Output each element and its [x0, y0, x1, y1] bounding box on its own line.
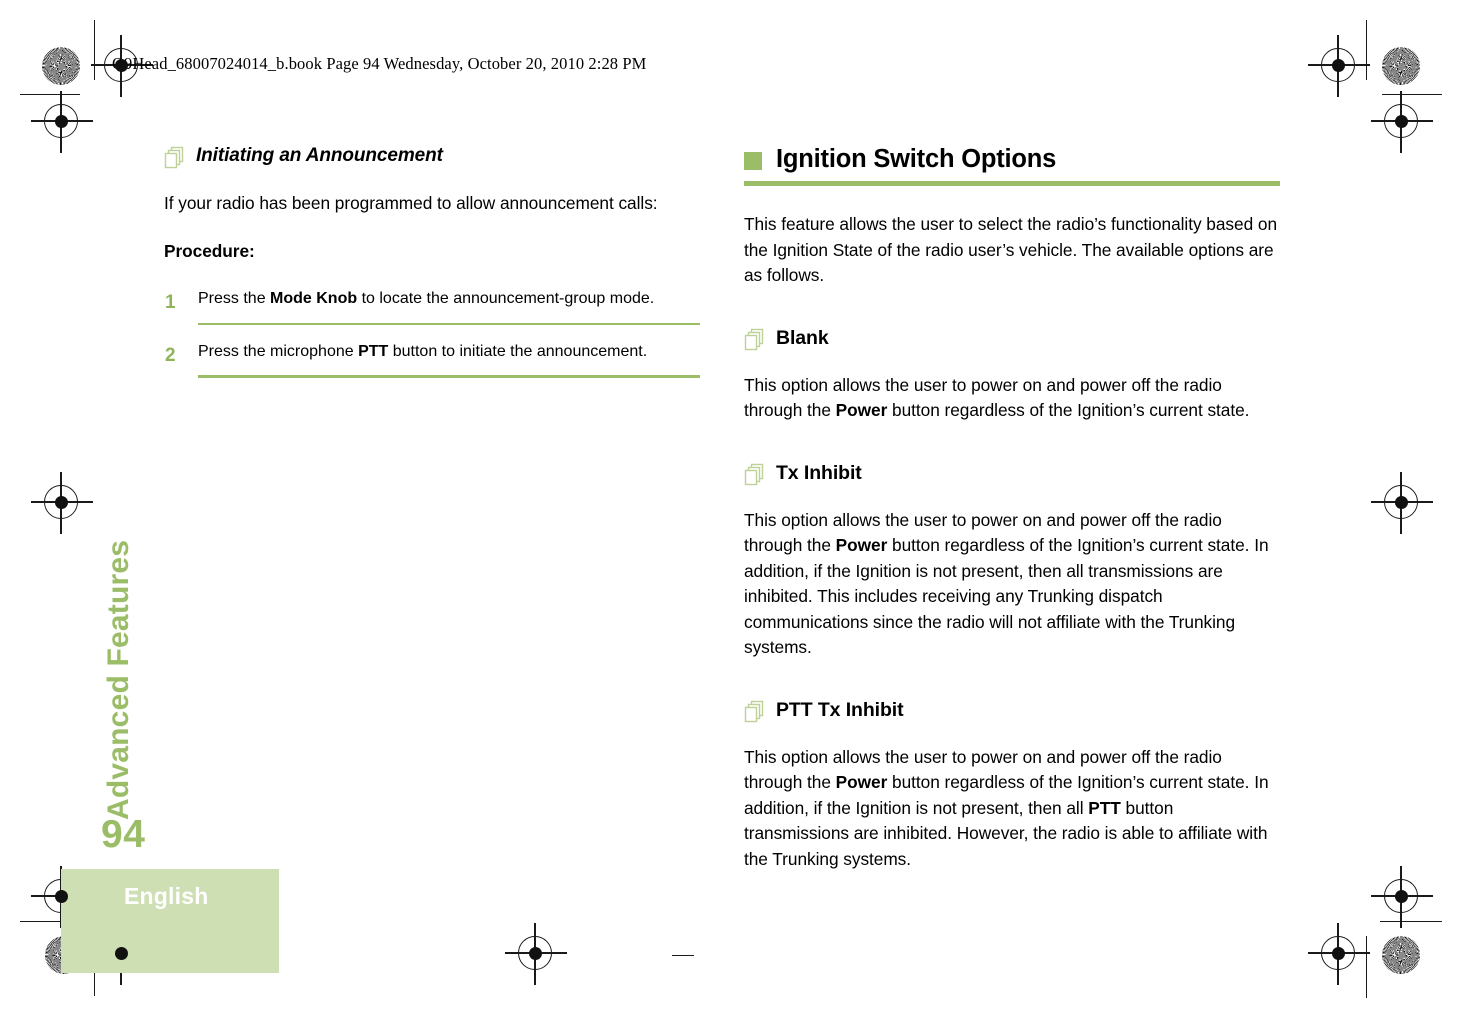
stacked-pages-icon — [164, 146, 185, 170]
crop-mark-horizontal-right-lower — [1380, 921, 1442, 923]
registration-mark-bottom-right-inner — [1308, 923, 1370, 985]
step-separator — [198, 375, 700, 378]
step-number: 2 — [165, 344, 176, 366]
crop-mark-horizontal-left-upper — [20, 94, 80, 96]
registration-mark-bottom-center — [505, 923, 567, 985]
subsection-heading: PTT Tx Inhibit — [776, 698, 904, 721]
chapter-tab-label: Advanced Features — [102, 539, 135, 820]
subsection-heading: Tx Inhibit — [776, 461, 862, 484]
step-text: Press the Mode Knob to locate the announ… — [198, 290, 655, 307]
registration-mark-left-middle — [31, 472, 93, 534]
right-intro-paragraph: This feature allows the user to select t… — [744, 214, 1278, 286]
green-square-bullet-icon — [744, 151, 762, 170]
left-intro-paragraph: If your radio has been programmed to all… — [164, 193, 658, 213]
procedure-step-2: 2 Press the microphone PTT button to ini… — [164, 343, 700, 378]
subsection-blank: Blank This option allows the user to pow… — [744, 327, 1280, 424]
registration-mark-right-lower — [1371, 866, 1433, 928]
right-column: Ignition Switch Options This feature all… — [744, 145, 1280, 872]
stacked-pages-icon — [744, 463, 765, 487]
step-text: Press the microphone PTT button to initi… — [198, 342, 648, 360]
step-number: 1 — [165, 292, 176, 313]
subsection-ptt-tx-inhibit: PTT Tx Inhibit This option allows the us… — [744, 699, 1280, 873]
page-number: 94 — [101, 813, 146, 856]
subsection-body: This option allows the user to power on … — [744, 374, 1250, 421]
registration-mark-left-upper — [31, 91, 93, 153]
subsection-body: This option allows the user to power on … — [744, 746, 1269, 869]
language-label: English — [124, 883, 209, 909]
crop-mark-vertical-top-right — [1366, 20, 1368, 80]
stacked-pages-icon — [744, 328, 765, 352]
subsection-body: This option allows the user to power on … — [744, 509, 1269, 658]
procedure-step-1: 1 Press the Mode Knob to locate the anno… — [164, 290, 700, 325]
left-section-heading: Initiating an Announcement — [164, 145, 700, 169]
left-section-heading-text: Initiating an Announcement — [196, 145, 443, 166]
page-title: Ignition Switch Options — [776, 145, 1057, 173]
registration-mark-right-middle — [1371, 472, 1433, 534]
subsection-tx-inhibit: Tx Inhibit This option allows the user t… — [744, 462, 1280, 661]
registration-mark-top-right-inner — [1308, 35, 1370, 97]
stacked-pages-icon — [744, 700, 765, 724]
crop-mark-vertical-bottom-right — [1366, 936, 1368, 998]
starburst-mark-bottom-right — [1382, 936, 1420, 974]
crop-mark-horizontal-right-upper — [1382, 94, 1442, 96]
starburst-mark-top-right — [1382, 47, 1420, 85]
right-column-title-block: Ignition Switch Options — [744, 145, 1280, 187]
left-column: Initiating an Announcement If your radio… — [164, 145, 700, 378]
starburst-mark-top-left — [42, 47, 80, 85]
procedure-label: Procedure: — [164, 240, 255, 261]
crop-mark-bottom-center — [672, 955, 694, 957]
registration-mark-right-upper — [1371, 91, 1433, 153]
subsection-heading: Blank — [776, 326, 829, 349]
crop-mark-vertical-top-left — [94, 20, 96, 80]
file-header-line: O9Head_68007024014_b.book Page 94 Wednes… — [112, 54, 647, 73]
